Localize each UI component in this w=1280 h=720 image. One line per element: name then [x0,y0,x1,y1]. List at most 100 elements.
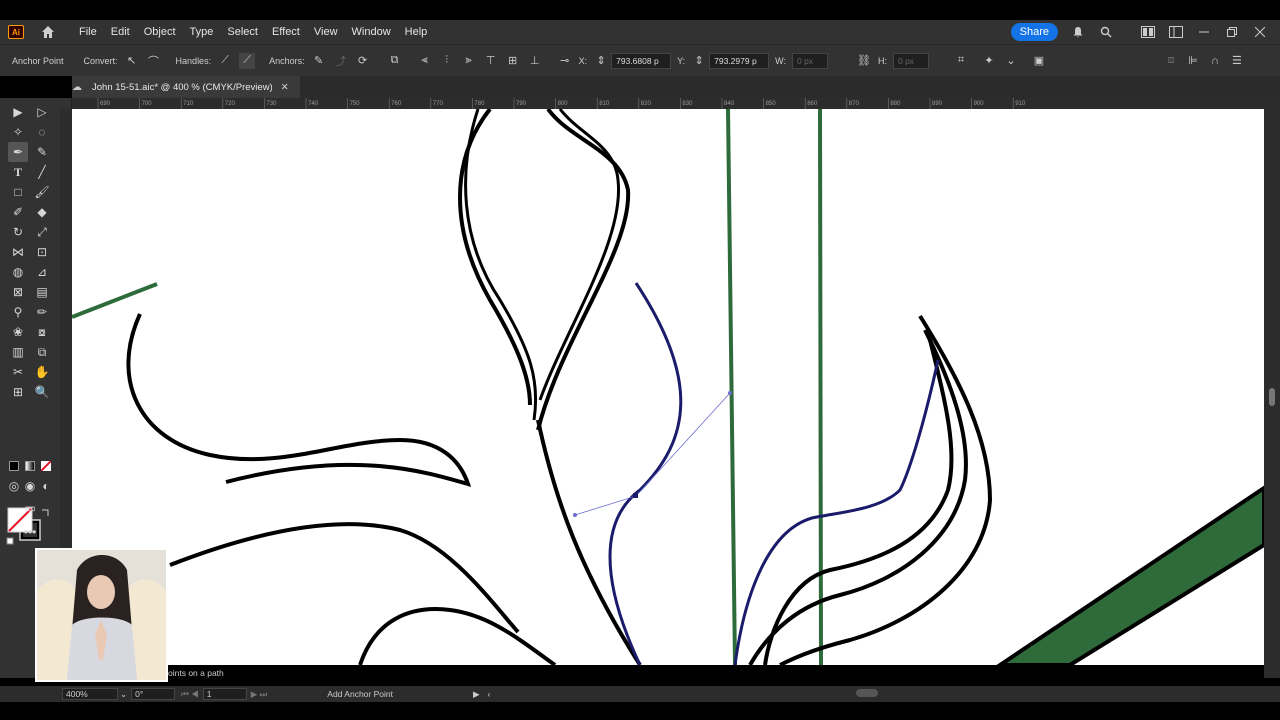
vertical-scrollbar[interactable] [1264,98,1280,678]
green-stroke-vertical-2[interactable] [818,109,823,665]
graph-tool-icon[interactable]: ▥ [8,342,28,362]
perspective-grid-tool-icon[interactable]: ⊿ [32,262,52,282]
recolor-icon[interactable]: ✦ [981,53,997,69]
zoom-dropdown-icon[interactable]: ⌄ [120,689,127,700]
next-artboard-icon[interactable]: ▶ ⏭ [251,689,268,700]
artboard-tool-icon[interactable]: ⧉ [32,342,52,362]
minimize-icon[interactable] [1196,24,1212,40]
constrain-proportions-icon[interactable]: ⛓ [856,53,872,69]
scale-tool-icon[interactable]: ⤢ [32,222,52,242]
scroll-left-icon[interactable]: ‹ [488,689,491,699]
status-menu-icon[interactable]: ▶ [473,689,480,700]
symbol-sprayer-tool-icon[interactable]: ❀ [8,322,28,342]
line-tool-icon[interactable]: ╱ [32,162,52,182]
menu-select[interactable]: Select [220,26,265,38]
show-handles-icon[interactable]: ⟋ [217,53,233,69]
chevron-down-icon[interactable]: ⌄ [1003,53,1019,69]
document-tab[interactable]: ☁ John 15-51.aic* @ 400 % (CMYK/Preview)… [72,76,300,98]
magic-wand-tool-icon[interactable]: ✧ [8,122,28,142]
y-field[interactable]: 793.2979 p [709,52,770,69]
paintbrush-tool-icon[interactable]: 🖌 [32,182,52,202]
selection-tool-icon[interactable]: ▶ [8,102,28,122]
rectangle-tool-icon[interactable]: □ [8,182,28,202]
connect-anchors-icon[interactable]: ⤴ [333,53,349,69]
menu-help[interactable]: Help [398,26,435,38]
leaf-bottom-curve[interactable] [358,607,557,665]
none-mode-icon[interactable] [36,456,56,476]
selected-path-center[interactable] [608,282,683,665]
eraser-tool-icon[interactable]: ◆ [32,202,52,222]
menu-effect[interactable]: Effect [265,26,307,38]
align-center-icon[interactable]: ⫶ [439,53,455,69]
free-transform-tool-icon[interactable]: ⊡ [32,242,52,262]
menu-object[interactable]: Object [137,26,183,38]
zoom-field[interactable]: 400% [62,688,118,700]
more-tools-icon[interactable]: ••• [20,522,40,542]
menu-view[interactable]: View [307,26,345,38]
align-bottom-icon[interactable]: ⊥ [527,53,543,69]
leaf-left-outline[interactable] [126,313,472,487]
shape-builder-tool-icon[interactable]: ◍ [8,262,28,282]
remove-anchor-icon[interactable]: ✎ [311,53,327,69]
anchor-point-selected[interactable] [633,493,638,498]
path-simplify-icon[interactable]: ∩ [1207,53,1223,69]
blend-tool-icon[interactable]: ✏ [32,302,52,322]
gradient-tool-icon[interactable]: ▤ [32,282,52,302]
handle-point-lower[interactable] [573,513,577,517]
hand-tool-icon[interactable]: ✋ [32,362,52,382]
arrange-documents-icon[interactable] [1140,24,1156,40]
transform-icon[interactable]: ⌗ [953,53,969,69]
x-field[interactable]: 793.6808 p [611,52,672,69]
shape-builder-icon[interactable]: ⧈ [1163,53,1179,69]
close-tab-icon[interactable]: ✕ [281,82,289,93]
notifications-icon[interactable] [1070,24,1086,40]
width-tool-icon[interactable]: ⋈ [8,242,28,262]
restore-icon[interactable] [1224,24,1240,40]
curvature-tool-icon[interactable]: ✎ [32,142,52,162]
cut-path-icon[interactable]: ⟳ [355,53,371,69]
stem-inner-right[interactable] [538,109,621,401]
close-window-icon[interactable] [1252,24,1268,40]
zoom-tool-icon[interactable]: 🔍 [32,382,52,402]
previous-artboard-icon[interactable]: ⏮ ◀ [181,689,199,700]
menu-type[interactable]: Type [183,26,221,38]
home-icon[interactable] [40,24,56,40]
horizontal-scroll-thumb[interactable] [856,689,878,697]
handle-point-upper[interactable] [728,391,732,395]
menu-file[interactable]: File [72,26,104,38]
green-band[interactable] [996,485,1264,665]
menu-window[interactable]: Window [345,26,398,38]
menu-edit[interactable]: Edit [104,26,137,38]
workspace-icon[interactable] [1168,24,1184,40]
align-top-icon[interactable]: ⊤ [483,53,499,69]
rotate-tool-icon[interactable]: ↻ [8,222,28,242]
puppet-warp-icon[interactable]: ⊫ [1185,53,1201,69]
leaf-bottom-outline[interactable] [169,522,520,634]
rotation-field[interactable]: 0° [131,688,176,700]
leaf-right-outer[interactable] [779,314,993,665]
select-similar-icon[interactable]: ▣ [1031,53,1047,69]
isolate-icon[interactable]: ⧉ [387,53,403,69]
x-stepper-icon[interactable]: ⇕ [593,53,609,69]
scroll-thumb[interactable] [1269,388,1275,406]
green-stroke-vertical-1[interactable] [726,109,737,665]
slice-tool-icon[interactable]: ✂ [8,362,28,382]
print-tiling-tool-icon[interactable]: ⊞ [8,382,28,402]
artboard-canvas[interactable] [72,109,1264,665]
mesh-tool-icon[interactable]: ⊠ [8,282,28,302]
stem-outer-left[interactable] [458,109,532,406]
share-button[interactable]: Share [1010,23,1058,41]
hide-handles-icon[interactable]: ⟋ [239,52,256,69]
stem-outer-right[interactable] [536,109,631,431]
search-icon[interactable] [1098,24,1114,40]
lasso-tool-icon[interactable]: ◌ [32,122,52,142]
draw-inside-icon[interactable]: ◐ [36,476,56,496]
w-field[interactable]: 0 px [791,52,828,69]
convert-to-corner-icon[interactable]: ↖ [124,53,140,69]
align-left-icon[interactable]: ⫷ [417,53,433,69]
y-stepper-icon[interactable]: ⇕ [691,53,707,69]
align-right-icon[interactable]: ⫸ [461,53,477,69]
panel-menu-icon[interactable]: ☰ [1229,53,1245,69]
h-field[interactable]: 0 px [892,52,929,69]
green-stroke-left[interactable] [72,282,158,319]
